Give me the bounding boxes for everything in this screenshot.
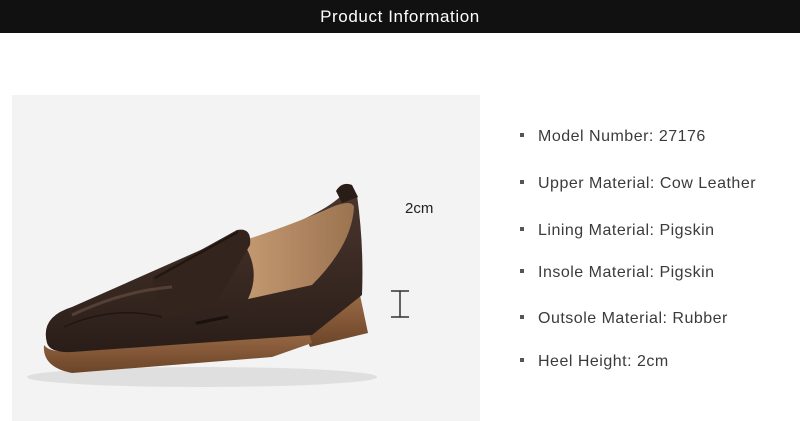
heel-height-label: 2cm <box>405 200 434 217</box>
spec-text: Insole Material: Pigskin <box>538 264 715 281</box>
spec-item: Heel Height: 2cm <box>520 353 669 371</box>
bullet-icon <box>520 314 524 319</box>
bullet-icon <box>520 357 524 362</box>
loafer-shoe-image <box>27 183 409 387</box>
spec-text: Model Number: 27176 <box>538 128 706 145</box>
spec-item: Insole Material: Pigskin <box>520 264 715 282</box>
spec-text: Lining Material: Pigskin <box>538 222 715 239</box>
product-photo <box>12 95 480 421</box>
spec-text: Outsole Material: Rubber <box>538 310 728 327</box>
spec-item: Outsole Material: Rubber <box>520 310 728 328</box>
spec-item: Lining Material: Pigskin <box>520 222 715 240</box>
header-title: Product Information <box>320 6 480 26</box>
bullet-icon <box>520 268 524 273</box>
bullet-icon <box>520 132 524 137</box>
bullet-icon <box>520 179 524 184</box>
spec-item: Model Number: 27176 <box>520 128 706 146</box>
bullet-icon <box>520 226 524 231</box>
spec-text: Upper Material: Cow Leather <box>538 175 757 192</box>
product-information-header: Product Information <box>0 0 800 33</box>
spec-text: Heel Height: 2cm <box>538 353 669 370</box>
spec-item: Upper Material: Cow Leather <box>520 175 756 193</box>
